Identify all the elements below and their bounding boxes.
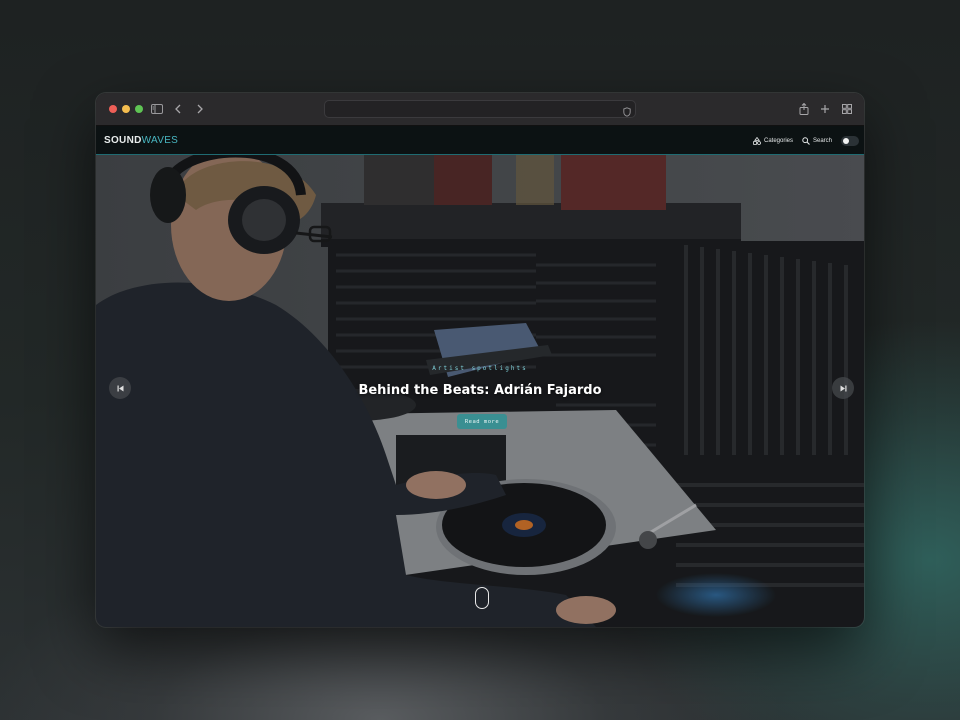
hero-title: Behind the Beats: Adrián Fajardo <box>358 383 602 398</box>
nav-categories-label: Categories <box>764 137 794 144</box>
skip-next-icon <box>840 385 846 391</box>
skip-previous-icon <box>117 385 123 391</box>
site-header: SOUNDWAVES Categories Search <box>96 126 864 155</box>
nav-search-label: Search <box>813 137 833 144</box>
hero-category: Artist spotlights <box>432 365 528 372</box>
logo-part-sound: SOUND <box>104 135 142 146</box>
forward-icon[interactable] <box>192 101 208 117</box>
carousel-prev-button[interactable] <box>109 377 131 399</box>
nav-categories[interactable]: Categories <box>753 135 793 146</box>
privacy-shield-icon <box>623 104 631 122</box>
browser-window: SOUNDWAVES Categories Search Artist spot… <box>96 93 864 627</box>
search-icon <box>802 136 810 145</box>
categories-icon <box>753 136 761 145</box>
site-logo[interactable]: SOUNDWAVES <box>104 135 178 146</box>
scroll-mouse-icon[interactable] <box>475 587 489 609</box>
address-bar[interactable] <box>324 100 636 118</box>
moon-icon <box>843 138 849 144</box>
read-more-button[interactable]: Read more <box>457 414 507 429</box>
nav-search[interactable]: Search <box>802 135 832 146</box>
new-tab-icon[interactable] <box>817 101 833 117</box>
logo-part-waves: WAVES <box>141 135 179 146</box>
tab-overview-icon[interactable] <box>839 101 855 117</box>
close-window-button[interactable] <box>109 105 117 113</box>
zoom-window-button[interactable] <box>135 105 143 113</box>
sidebar-toggle-icon[interactable] <box>149 101 165 117</box>
back-icon[interactable] <box>170 101 186 117</box>
share-icon[interactable] <box>796 101 812 117</box>
minimize-window-button[interactable] <box>122 105 130 113</box>
theme-toggle[interactable] <box>841 136 859 146</box>
carousel-next-button[interactable] <box>832 377 854 399</box>
hero-carousel: Artist spotlights Behind the Beats: Adri… <box>96 155 864 627</box>
browser-toolbar <box>96 93 864 126</box>
